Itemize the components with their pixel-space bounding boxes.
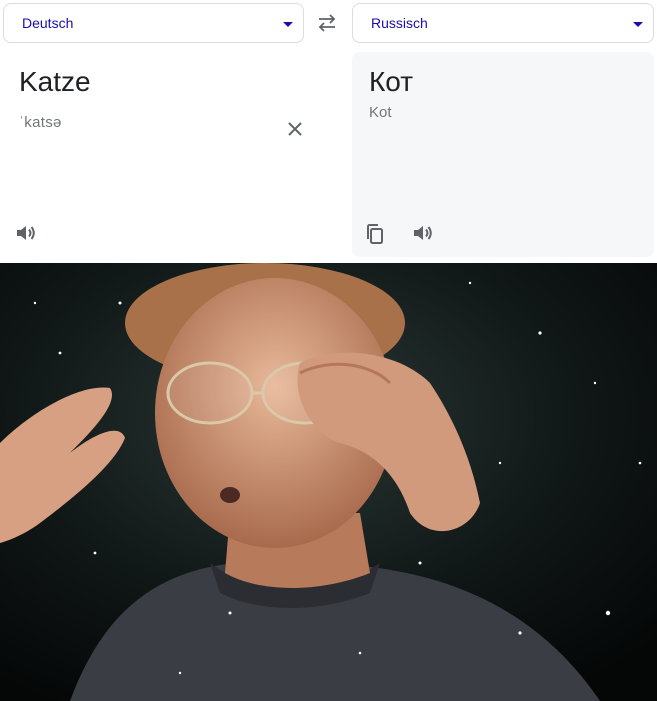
speaker-icon[interactable] (14, 221, 38, 245)
target-panel: Кот Kot (352, 52, 654, 257)
close-icon[interactable] (286, 120, 304, 138)
chevron-down-icon (283, 21, 293, 27)
target-language-label: Russisch (371, 15, 428, 31)
target-language-select[interactable]: Russisch (352, 3, 654, 43)
translation-text: Кот (369, 66, 414, 97)
swap-languages-icon[interactable] (316, 13, 338, 33)
copy-icon[interactable] (363, 222, 387, 246)
source-panel: Katze ˈkatsə (0, 52, 348, 257)
meme-photo (0, 263, 657, 701)
source-language-select[interactable]: Deutsch (3, 3, 304, 43)
source-text[interactable]: Katze (19, 66, 91, 98)
source-language-label: Deutsch (22, 15, 74, 31)
translation-transliteration: Kot (369, 104, 392, 121)
chevron-down-icon (633, 21, 643, 27)
mind-blown-man-image (0, 263, 657, 701)
speaker-icon[interactable] (411, 221, 435, 245)
source-phonetic: ˈkatsə (19, 114, 62, 131)
